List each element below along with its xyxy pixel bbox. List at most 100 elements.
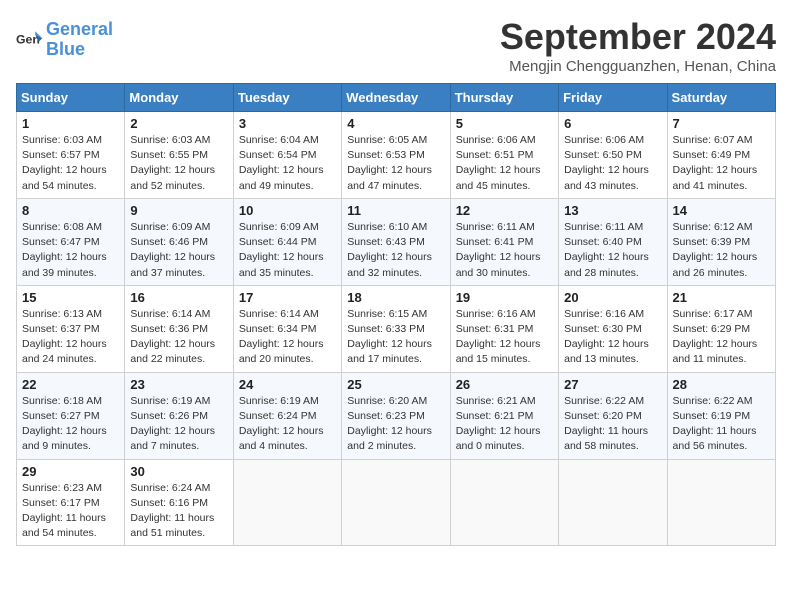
logo: Gen GeneralBlue: [16, 20, 113, 60]
col-header-thursday: Thursday: [450, 84, 558, 112]
day-info: Sunrise: 6:04 AMSunset: 6:54 PMDaylight:…: [239, 133, 336, 194]
day-number: 21: [673, 290, 770, 305]
day-number: 2: [130, 116, 227, 131]
calendar-cell: 26 Sunrise: 6:21 AMSunset: 6:21 PMDaylig…: [450, 372, 558, 459]
day-info: Sunrise: 6:08 AMSunset: 6:47 PMDaylight:…: [22, 220, 119, 281]
calendar-cell: [342, 459, 450, 546]
calendar-week-4: 22 Sunrise: 6:18 AMSunset: 6:27 PMDaylig…: [17, 372, 776, 459]
day-info: Sunrise: 6:20 AMSunset: 6:23 PMDaylight:…: [347, 394, 444, 455]
day-info: Sunrise: 6:06 AMSunset: 6:50 PMDaylight:…: [564, 133, 661, 194]
col-header-wednesday: Wednesday: [342, 84, 450, 112]
day-info: Sunrise: 6:16 AMSunset: 6:30 PMDaylight:…: [564, 307, 661, 368]
day-number: 27: [564, 377, 661, 392]
calendar-cell: 27 Sunrise: 6:22 AMSunset: 6:20 PMDaylig…: [559, 372, 667, 459]
day-info: Sunrise: 6:21 AMSunset: 6:21 PMDaylight:…: [456, 394, 553, 455]
calendar-cell: 14 Sunrise: 6:12 AMSunset: 6:39 PMDaylig…: [667, 198, 775, 285]
calendar-week-5: 29 Sunrise: 6:23 AMSunset: 6:17 PMDaylig…: [17, 459, 776, 546]
calendar-cell: [233, 459, 341, 546]
day-info: Sunrise: 6:15 AMSunset: 6:33 PMDaylight:…: [347, 307, 444, 368]
calendar-cell: [450, 459, 558, 546]
day-number: 13: [564, 203, 661, 218]
logo-icon: Gen: [16, 26, 44, 54]
day-number: 17: [239, 290, 336, 305]
day-info: Sunrise: 6:24 AMSunset: 6:16 PMDaylight:…: [130, 481, 227, 542]
day-number: 4: [347, 116, 444, 131]
calendar-cell: 6 Sunrise: 6:06 AMSunset: 6:50 PMDayligh…: [559, 112, 667, 199]
day-number: 29: [22, 464, 119, 479]
calendar-week-3: 15 Sunrise: 6:13 AMSunset: 6:37 PMDaylig…: [17, 285, 776, 372]
day-number: 5: [456, 116, 553, 131]
calendar-cell: 8 Sunrise: 6:08 AMSunset: 6:47 PMDayligh…: [17, 198, 125, 285]
day-info: Sunrise: 6:11 AMSunset: 6:40 PMDaylight:…: [564, 220, 661, 281]
calendar-cell: 2 Sunrise: 6:03 AMSunset: 6:55 PMDayligh…: [125, 112, 233, 199]
calendar-cell: 9 Sunrise: 6:09 AMSunset: 6:46 PMDayligh…: [125, 198, 233, 285]
day-number: 26: [456, 377, 553, 392]
day-number: 16: [130, 290, 227, 305]
day-number: 20: [564, 290, 661, 305]
day-info: Sunrise: 6:09 AMSunset: 6:44 PMDaylight:…: [239, 220, 336, 281]
day-number: 23: [130, 377, 227, 392]
day-info: Sunrise: 6:03 AMSunset: 6:55 PMDaylight:…: [130, 133, 227, 194]
calendar-cell: 11 Sunrise: 6:10 AMSunset: 6:43 PMDaylig…: [342, 198, 450, 285]
calendar-cell: 19 Sunrise: 6:16 AMSunset: 6:31 PMDaylig…: [450, 285, 558, 372]
calendar-week-1: 1 Sunrise: 6:03 AMSunset: 6:57 PMDayligh…: [17, 112, 776, 199]
day-number: 19: [456, 290, 553, 305]
col-header-monday: Monday: [125, 84, 233, 112]
calendar-week-2: 8 Sunrise: 6:08 AMSunset: 6:47 PMDayligh…: [17, 198, 776, 285]
calendar-cell: [667, 459, 775, 546]
logo-text: GeneralBlue: [46, 20, 113, 60]
day-info: Sunrise: 6:22 AMSunset: 6:20 PMDaylight:…: [564, 394, 661, 455]
page-header: Gen GeneralBlue September 2024 Mengjin C…: [16, 16, 776, 75]
day-info: Sunrise: 6:23 AMSunset: 6:17 PMDaylight:…: [22, 481, 119, 542]
day-info: Sunrise: 6:06 AMSunset: 6:51 PMDaylight:…: [456, 133, 553, 194]
calendar-cell: 21 Sunrise: 6:17 AMSunset: 6:29 PMDaylig…: [667, 285, 775, 372]
calendar-cell: 28 Sunrise: 6:22 AMSunset: 6:19 PMDaylig…: [667, 372, 775, 459]
calendar-table: SundayMondayTuesdayWednesdayThursdayFrid…: [16, 83, 776, 546]
day-number: 3: [239, 116, 336, 131]
calendar-cell: 7 Sunrise: 6:07 AMSunset: 6:49 PMDayligh…: [667, 112, 775, 199]
day-info: Sunrise: 6:12 AMSunset: 6:39 PMDaylight:…: [673, 220, 770, 281]
day-info: Sunrise: 6:14 AMSunset: 6:36 PMDaylight:…: [130, 307, 227, 368]
calendar-cell: 18 Sunrise: 6:15 AMSunset: 6:33 PMDaylig…: [342, 285, 450, 372]
day-number: 25: [347, 377, 444, 392]
calendar-cell: 25 Sunrise: 6:20 AMSunset: 6:23 PMDaylig…: [342, 372, 450, 459]
day-number: 30: [130, 464, 227, 479]
calendar-header-row: SundayMondayTuesdayWednesdayThursdayFrid…: [17, 84, 776, 112]
calendar-cell: 30 Sunrise: 6:24 AMSunset: 6:16 PMDaylig…: [125, 459, 233, 546]
day-number: 24: [239, 377, 336, 392]
calendar-cell: 29 Sunrise: 6:23 AMSunset: 6:17 PMDaylig…: [17, 459, 125, 546]
calendar-cell: 17 Sunrise: 6:14 AMSunset: 6:34 PMDaylig…: [233, 285, 341, 372]
day-info: Sunrise: 6:14 AMSunset: 6:34 PMDaylight:…: [239, 307, 336, 368]
calendar-cell: 3 Sunrise: 6:04 AMSunset: 6:54 PMDayligh…: [233, 112, 341, 199]
calendar-cell: 10 Sunrise: 6:09 AMSunset: 6:44 PMDaylig…: [233, 198, 341, 285]
month-title: September 2024: [500, 16, 776, 58]
location: Mengjin Chengguanzhen, Henan, China: [500, 58, 776, 75]
day-number: 9: [130, 203, 227, 218]
day-info: Sunrise: 6:19 AMSunset: 6:26 PMDaylight:…: [130, 394, 227, 455]
day-number: 15: [22, 290, 119, 305]
day-number: 6: [564, 116, 661, 131]
col-header-tuesday: Tuesday: [233, 84, 341, 112]
calendar-cell: 23 Sunrise: 6:19 AMSunset: 6:26 PMDaylig…: [125, 372, 233, 459]
day-info: Sunrise: 6:17 AMSunset: 6:29 PMDaylight:…: [673, 307, 770, 368]
day-info: Sunrise: 6:19 AMSunset: 6:24 PMDaylight:…: [239, 394, 336, 455]
title-block: September 2024 Mengjin Chengguanzhen, He…: [500, 16, 776, 75]
day-info: Sunrise: 6:10 AMSunset: 6:43 PMDaylight:…: [347, 220, 444, 281]
day-number: 28: [673, 377, 770, 392]
calendar-cell: 13 Sunrise: 6:11 AMSunset: 6:40 PMDaylig…: [559, 198, 667, 285]
col-header-friday: Friday: [559, 84, 667, 112]
day-number: 22: [22, 377, 119, 392]
day-info: Sunrise: 6:05 AMSunset: 6:53 PMDaylight:…: [347, 133, 444, 194]
day-info: Sunrise: 6:09 AMSunset: 6:46 PMDaylight:…: [130, 220, 227, 281]
col-header-sunday: Sunday: [17, 84, 125, 112]
calendar-cell: [559, 459, 667, 546]
calendar-cell: 20 Sunrise: 6:16 AMSunset: 6:30 PMDaylig…: [559, 285, 667, 372]
day-info: Sunrise: 6:07 AMSunset: 6:49 PMDaylight:…: [673, 133, 770, 194]
calendar-cell: 16 Sunrise: 6:14 AMSunset: 6:36 PMDaylig…: [125, 285, 233, 372]
calendar-cell: 4 Sunrise: 6:05 AMSunset: 6:53 PMDayligh…: [342, 112, 450, 199]
day-number: 18: [347, 290, 444, 305]
day-number: 14: [673, 203, 770, 218]
day-number: 8: [22, 203, 119, 218]
day-number: 11: [347, 203, 444, 218]
day-number: 10: [239, 203, 336, 218]
